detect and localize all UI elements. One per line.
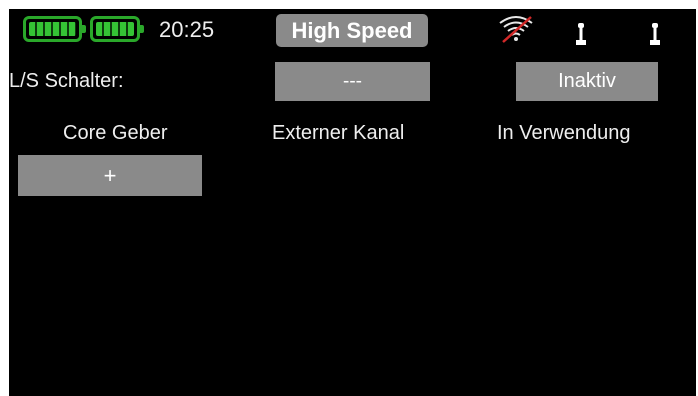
status-toggle-button[interactable]: Inaktiv	[516, 62, 658, 101]
transmitter-battery-icon	[23, 16, 86, 42]
display-screen: 20:25 High Speed L/S Schalter: --- Inakt…	[9, 9, 696, 396]
mode-badge[interactable]: High Speed	[276, 14, 428, 47]
switch-select-button[interactable]: ---	[275, 62, 430, 101]
stick-right-icon	[650, 23, 660, 45]
add-button[interactable]: +	[18, 155, 202, 196]
column-header-external: Externer Kanal	[272, 122, 405, 144]
wifi-off-icon	[499, 16, 533, 43]
column-header-in-use: In Verwendung	[497, 122, 631, 144]
clock: 20:25	[159, 17, 215, 42]
receiver-battery-icon	[90, 16, 144, 42]
switch-label: L/S Schalter:	[9, 70, 124, 92]
stick-left-icon	[576, 23, 586, 45]
column-header-core: Core Geber	[63, 122, 168, 144]
